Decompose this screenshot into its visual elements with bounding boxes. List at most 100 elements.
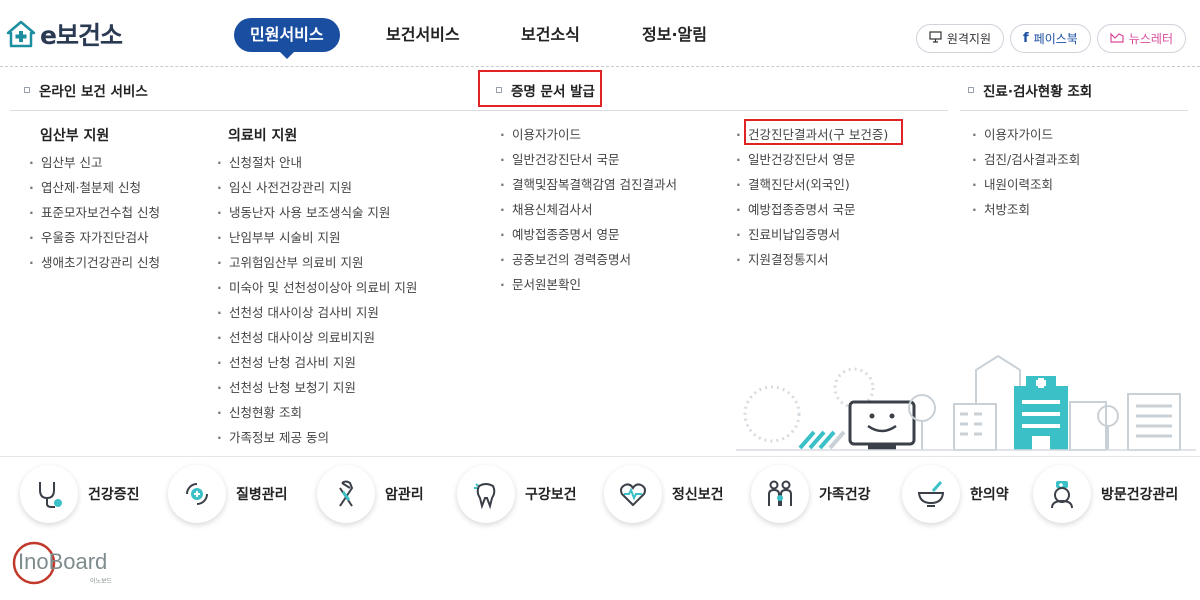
watermark-sub-text: 이노보드 <box>90 577 113 585</box>
family-icon <box>768 480 792 506</box>
service-icon-circle <box>1033 465 1091 523</box>
menu-link[interactable]: 결핵진단서(외국인) <box>735 172 888 197</box>
menu-link[interactable]: 난임부부 시술비 지원 <box>216 225 417 250</box>
menu-link[interactable]: 신청절차 안내 <box>216 150 417 175</box>
column-title: 의료비 지원 <box>228 128 298 144</box>
site-header: e보건소 민원서비스 보건서비스 보건소식 정보·알림 원격지원 f 페이스북 … <box>0 0 1200 66</box>
header-divider <box>0 66 1200 67</box>
section-online-health: 온라인 보건 서비스 <box>24 80 148 100</box>
section-underline <box>960 110 1188 111</box>
menu-link[interactable]: 내원이력조회 <box>971 172 1080 197</box>
menu-link[interactable]: 선천성 대사이상 의료비지원 <box>216 325 417 350</box>
facebook-button[interactable]: f 페이스북 <box>1010 24 1091 53</box>
service-label: 구강보건 <box>525 487 577 503</box>
newsletter-button[interactable]: 뉴스레터 <box>1096 24 1186 53</box>
newsletter-icon <box>1110 31 1124 47</box>
menu-link[interactable]: 미숙아 및 선천성이상아 의료비 지원 <box>216 275 417 300</box>
logo-text: e보건소 <box>40 21 123 50</box>
nav-health-service[interactable]: 보건서비스 <box>386 18 460 52</box>
menu-link[interactable]: 결핵및잠복결핵감염 검진결과서 <box>499 172 677 197</box>
service-family-health[interactable]: 가족건강 <box>751 465 871 523</box>
service-label: 한의약 <box>970 487 1009 503</box>
service-icon-circle <box>20 465 78 523</box>
menu-link[interactable]: 선천성 난청 보청기 지원 <box>216 375 417 400</box>
utility-links: 원격지원 f 페이스북 뉴스레터 <box>915 24 1186 53</box>
service-icon-circle <box>317 465 375 523</box>
service-disease-control[interactable]: 질병관리 <box>168 465 288 523</box>
inoboard-watermark-logo: InoBoard 이노보드 <box>12 541 113 585</box>
service-icon-circle <box>751 465 809 523</box>
tooth-icon <box>474 483 496 510</box>
menu-link[interactable]: 표준모자보건수첩 신청 <box>28 200 160 225</box>
house-cross-logo-icon <box>6 20 36 48</box>
highlight-box-health-certificate <box>744 119 903 145</box>
menu-link[interactable]: 진료비납입증명서 <box>735 222 888 247</box>
menu-link[interactable]: 일반건강진단서 영문 <box>735 147 888 172</box>
nurse-icon <box>1051 481 1073 509</box>
menu-link[interactable]: 문서원본확인 <box>499 272 677 297</box>
menu-link[interactable]: 냉동난자 사용 보조생식술 지원 <box>216 200 417 225</box>
menu-link[interactable]: 임신 사전건강관리 지원 <box>216 175 417 200</box>
service-mental-health[interactable]: 정신보건 <box>604 465 724 523</box>
menu-link[interactable]: 생애초기건강관리 신청 <box>28 250 160 275</box>
column-inquiry: 이용자가이드 검진/검사결과조회 내원이력조회 처방조회 <box>971 122 1080 222</box>
service-icon-circle <box>168 465 226 523</box>
menu-link[interactable]: 가족정보 제공 동의 <box>216 425 417 450</box>
nav-civil-service[interactable]: 민원서비스 <box>234 18 340 59</box>
column-medical-support: 의료비 지원 신청절차 안내 임신 사전건강관리 지원 냉동난자 사용 보조생식… <box>216 125 417 450</box>
menu-link[interactable]: 선천성 대사이상 검사비 지원 <box>216 300 417 325</box>
menu-link[interactable]: 예방접종증명서 영문 <box>499 222 677 247</box>
watermark-main-text: InoBoard <box>18 549 107 574</box>
section-title[interactable]: 진료·검사현황 조회 <box>983 80 1092 100</box>
service-label: 정신보건 <box>672 487 724 503</box>
nav-info-notice[interactable]: 정보·알림 <box>642 18 707 52</box>
site-logo[interactable]: e보건소 <box>6 16 123 52</box>
menu-link[interactable]: 처방조회 <box>971 197 1080 222</box>
service-label: 건강증진 <box>88 487 140 503</box>
section-underline <box>10 110 948 111</box>
heart-pulse-icon <box>620 483 646 507</box>
menu-link[interactable]: 임산부 신고 <box>28 150 160 175</box>
remote-support-label: 원격지원 <box>946 32 991 46</box>
service-label: 가족건강 <box>819 487 871 503</box>
remote-support-button[interactable]: 원격지원 <box>915 24 1004 53</box>
newsletter-label: 뉴스레터 <box>1128 32 1173 46</box>
monitor-icon <box>929 30 942 47</box>
section-inquiry: 진료·검사현황 조회 <box>968 80 1092 100</box>
stethoscope-icon <box>39 482 62 508</box>
nav-health-news[interactable]: 보건소식 <box>521 18 580 52</box>
service-oriental-medicine[interactable]: 한의약 <box>902 465 1009 523</box>
menu-link[interactable]: 예방접종증명서 국문 <box>735 197 888 222</box>
menu-link[interactable]: 엽산제·철분제 신청 <box>28 175 160 200</box>
service-health-promotion[interactable]: 건강증진 <box>20 465 140 523</box>
health-center-illustration <box>736 354 1196 451</box>
menu-link[interactable]: 이용자가이드 <box>499 122 677 147</box>
menu-link[interactable]: 우울증 자가진단검사 <box>28 225 160 250</box>
menu-link[interactable]: 검진/검사결과조회 <box>971 147 1080 172</box>
menu-link[interactable]: 일반건강진단서 국문 <box>499 147 677 172</box>
menu-link[interactable]: 신청현황 조회 <box>216 400 417 425</box>
menu-link[interactable]: 선천성 난청 검사비 지원 <box>216 350 417 375</box>
service-label: 암관리 <box>385 487 424 503</box>
facebook-label: 페이스북 <box>1033 32 1078 46</box>
service-oral-health[interactable]: 구강보건 <box>457 465 577 523</box>
service-icon-circle <box>902 465 960 523</box>
menu-link[interactable]: 이용자가이드 <box>971 122 1080 147</box>
service-shortcut-bar: 건강증진 질병관리 암관리 구강보건 정신보건 가족건강 한의약 방문건강관리 <box>0 456 1200 532</box>
menu-link[interactable]: 지원결정통지서 <box>735 247 888 272</box>
highlight-box-doc-issue <box>478 70 602 107</box>
menu-link[interactable]: 고위험임산부 의료비 지원 <box>216 250 417 275</box>
service-icon-circle <box>604 465 662 523</box>
menu-link[interactable]: 채용신체검사서 <box>499 197 677 222</box>
disease-care-icon <box>186 483 208 505</box>
mortar-icon <box>917 481 945 507</box>
service-cancer-care[interactable]: 암관리 <box>317 465 424 523</box>
column-pregnancy-support: 임산부 지원 임산부 신고 엽산제·철분제 신청 표준모자보건수첩 신청 우울증… <box>28 125 160 275</box>
column-doc-issue-1: 이용자가이드 일반건강진단서 국문 결핵및잠복결핵감염 검진결과서 채용신체검사… <box>499 122 677 297</box>
menu-link[interactable]: 공중보건의 경력증명서 <box>499 247 677 272</box>
service-icon-circle <box>457 465 515 523</box>
service-home-visit-care[interactable]: 방문건강관리 <box>1033 465 1178 523</box>
service-label: 질병관리 <box>236 487 288 503</box>
service-label: 방문건강관리 <box>1101 487 1179 503</box>
section-title[interactable]: 온라인 보건 서비스 <box>39 80 148 100</box>
